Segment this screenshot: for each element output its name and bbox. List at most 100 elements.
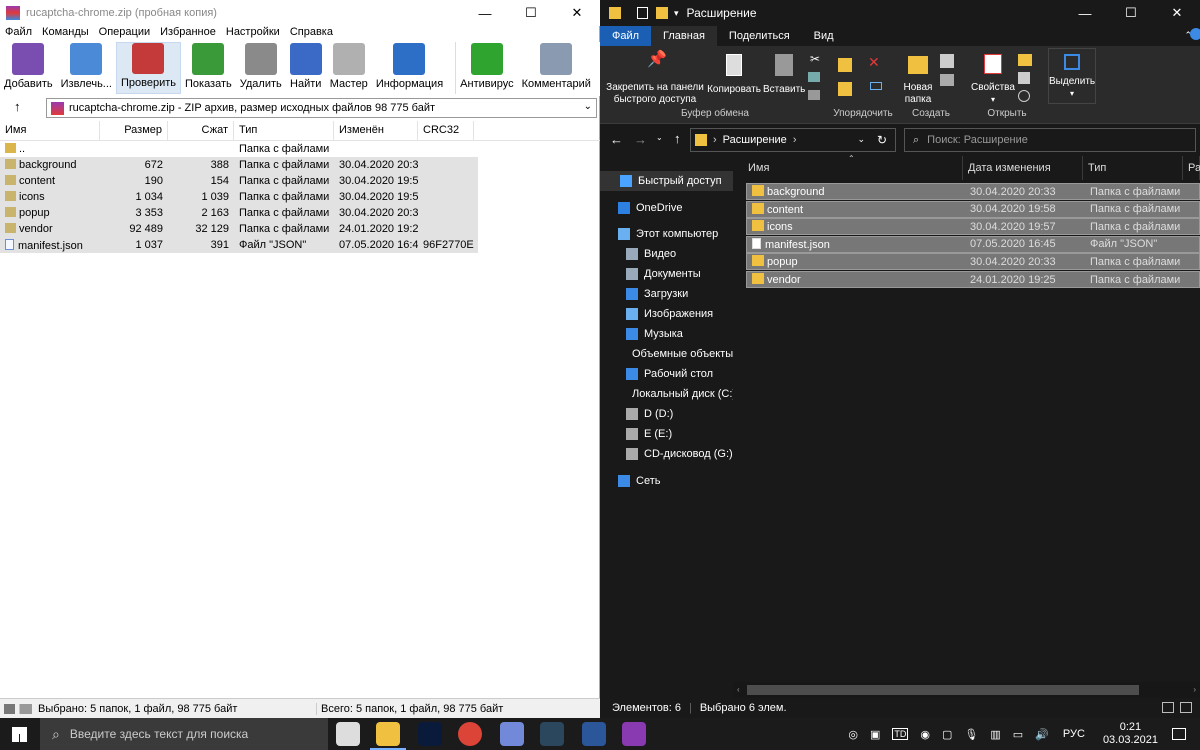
- tiles-view-icon[interactable]: [1180, 702, 1192, 713]
- new-item-icon[interactable]: [940, 54, 954, 68]
- maximize-button[interactable]: ☐: [508, 0, 554, 26]
- close-button[interactable]: ✕: [1154, 0, 1200, 26]
- tray-app-icon[interactable]: ▥: [990, 728, 1000, 741]
- menu-item[interactable]: Настройки: [221, 26, 285, 42]
- nav-item[interactable]: Этот компьютер: [600, 224, 733, 244]
- toolbar-button[interactable]: Антивирус: [455, 42, 517, 94]
- column-header[interactable]: Тип: [234, 121, 334, 140]
- new-folder-quick-icon[interactable]: [656, 7, 668, 19]
- winrar-icon[interactable]: [622, 722, 646, 746]
- toolbar-button[interactable]: Добавить: [0, 42, 57, 94]
- file-row[interactable]: popup 3 353 2 163 Папка с файлами 30.04.2020…: [0, 205, 478, 221]
- column-header[interactable]: Дата изменения: [963, 156, 1083, 180]
- volume-icon[interactable]: 🔊: [1035, 728, 1049, 741]
- toolbar-button[interactable]: Извлечь...: [57, 42, 116, 94]
- move-to-icon[interactable]: [838, 58, 852, 72]
- open-icon[interactable]: [1018, 54, 1032, 66]
- steam-tray-icon[interactable]: ◎: [848, 728, 858, 741]
- easy-access-icon[interactable]: [940, 74, 954, 86]
- nav-item[interactable]: OneDrive: [600, 198, 733, 218]
- file-row[interactable]: vendor 92 489 32 129 Папка с файлами 24.01.2…: [0, 221, 478, 237]
- minimize-button[interactable]: —: [462, 0, 508, 26]
- column-header[interactable]: Размер: [100, 121, 168, 140]
- maximize-button[interactable]: ☐: [1108, 0, 1154, 26]
- nav-item[interactable]: Документы: [600, 264, 733, 284]
- file-row[interactable]: icons 1 034 1 039 Папка с файлами 30.04.2020…: [0, 189, 478, 205]
- nav-item[interactable]: Сеть: [600, 471, 733, 491]
- nav-item[interactable]: Локальный диск (C:): [600, 384, 733, 404]
- up-arrow-icon[interactable]: ↑: [674, 131, 681, 146]
- column-header[interactable]: Тип: [1083, 156, 1183, 180]
- file-row[interactable]: manifest.json 1 037 391 Файл "JSON" 07.05.20…: [0, 237, 478, 253]
- nav-item[interactable]: Изображения: [600, 304, 733, 324]
- nav-item[interactable]: Музыка: [600, 324, 733, 344]
- tray-app-icon[interactable]: ◉: [920, 728, 930, 741]
- nav-item[interactable]: D (D:): [600, 404, 733, 424]
- tray-app-icon[interactable]: ▢: [942, 728, 952, 741]
- paste-button[interactable]: Вставить: [763, 52, 805, 96]
- clock[interactable]: 0:21 03.03.2021: [1103, 721, 1158, 747]
- select-button[interactable]: Выделить ▾: [1048, 48, 1096, 104]
- file-row[interactable]: .. Папка с файлами: [0, 141, 478, 157]
- address-dropdown-icon[interactable]: ⌄: [857, 134, 865, 145]
- archive-path-field[interactable]: rucaptcha-chrome.zip - ZIP архив, размер…: [46, 98, 597, 118]
- paste-shortcut-icon[interactable]: [808, 90, 820, 100]
- toolbar-button[interactable]: Мастер: [326, 42, 372, 94]
- copy-to-icon[interactable]: [838, 82, 852, 96]
- notifications-icon[interactable]: [1172, 728, 1186, 740]
- menu-item[interactable]: Справка: [285, 26, 338, 42]
- file-row[interactable]: popup 30.04.2020 20:33 Папка с файлами: [746, 253, 1200, 271]
- minimize-button[interactable]: —: [1062, 0, 1108, 26]
- nav-item[interactable]: E (E:): [600, 424, 733, 444]
- back-arrow-icon[interactable]: ←: [610, 132, 623, 147]
- refresh-icon[interactable]: ↻: [877, 133, 887, 147]
- address-bar[interactable]: › Расширение › ⌄ ↻: [690, 128, 896, 152]
- pin-quick-access-button[interactable]: 📌 Закрепить на панели быстрого доступа: [606, 52, 704, 106]
- column-header[interactable]: Имя: [733, 156, 963, 180]
- column-header[interactable]: Имя: [0, 121, 100, 140]
- file-explorer-icon[interactable]: [370, 722, 406, 750]
- cut-icon[interactable]: ✂: [810, 52, 820, 66]
- column-header[interactable]: Раз: [1183, 156, 1200, 180]
- toolbar-button[interactable]: Информация: [372, 42, 447, 94]
- quick-access-dropdown-icon[interactable]: ▾: [674, 8, 679, 19]
- file-row[interactable]: manifest.json 07.05.2020 16:45 Файл "JSON": [746, 235, 1200, 253]
- copy-button[interactable]: Копировать: [706, 52, 762, 96]
- taskbar-search-input[interactable]: ⌕ Введите здесь текст для поиска: [40, 718, 328, 750]
- recent-dropdown-icon[interactable]: ⌄: [656, 133, 663, 142]
- help-icon[interactable]: [1190, 28, 1200, 40]
- tab-view[interactable]: Вид: [802, 26, 846, 46]
- column-header[interactable]: CRC32: [418, 121, 474, 140]
- nav-item[interactable]: Быстрый доступ: [600, 171, 733, 191]
- history-icon[interactable]: [1018, 90, 1030, 102]
- close-button[interactable]: ✕: [554, 0, 600, 26]
- file-row[interactable]: vendor 24.01.2020 19:25 Папка с файлами: [746, 271, 1200, 288]
- photoshop-icon[interactable]: [418, 722, 442, 746]
- file-row[interactable]: icons 30.04.2020 19:57 Папка с файлами: [746, 218, 1200, 236]
- column-header[interactable]: Сжат: [168, 121, 234, 140]
- toolbar-button[interactable]: Удалить: [236, 42, 286, 94]
- column-header[interactable]: Изменён: [334, 121, 418, 140]
- forward-arrow-icon[interactable]: →: [634, 132, 647, 147]
- properties-quick-icon[interactable]: [637, 7, 648, 19]
- nav-item[interactable]: CD-дисковод (G:): [600, 444, 733, 464]
- start-windows-icon[interactable]: [12, 727, 27, 742]
- microphone-icon[interactable]: 🎙: [964, 728, 978, 741]
- file-row[interactable]: background 30.04.2020 20:33 Папка с файлам…: [746, 183, 1200, 200]
- steam-icon[interactable]: [540, 722, 564, 746]
- language-indicator[interactable]: РУС: [1063, 728, 1085, 740]
- edit-icon[interactable]: [1018, 72, 1030, 84]
- nav-item[interactable]: Рабочий стол: [600, 364, 733, 384]
- file-row[interactable]: content 30.04.2020 19:58 Папка с файлами: [746, 200, 1200, 218]
- menu-item[interactable]: Файл: [0, 26, 37, 42]
- chrome-icon[interactable]: [458, 722, 482, 746]
- rename-icon[interactable]: [870, 82, 882, 90]
- file-row[interactable]: background 672 388 Папка с файлами 30.04.202…: [0, 157, 478, 173]
- search-input[interactable]: ⌕ Поиск: Расширение: [904, 128, 1196, 152]
- properties-button[interactable]: Свойства ▾: [970, 52, 1016, 106]
- menu-item[interactable]: Команды: [37, 26, 94, 42]
- tab-share[interactable]: Поделиться: [717, 26, 802, 46]
- delete-icon[interactable]: ✕: [868, 54, 880, 71]
- menu-item[interactable]: Избранное: [155, 26, 221, 42]
- scrollbar-thumb[interactable]: [747, 685, 1139, 695]
